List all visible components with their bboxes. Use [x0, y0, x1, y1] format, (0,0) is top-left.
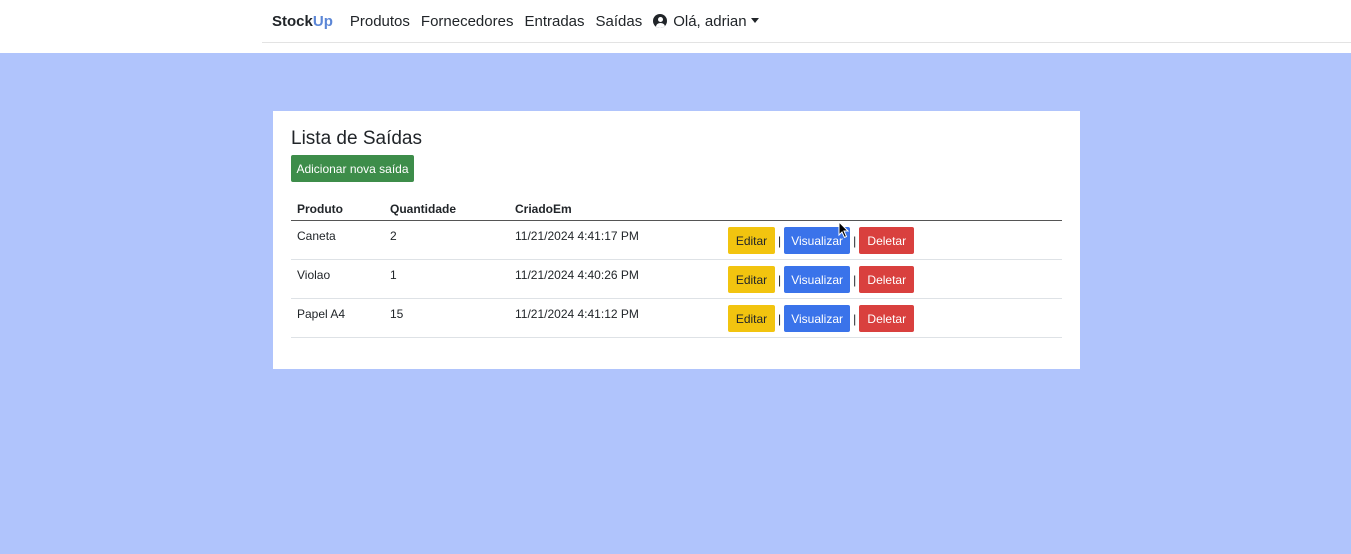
table-row: Violao 1 11/21/2024 4:40:26 PM Editar | … [291, 259, 1062, 299]
nav-link-produtos[interactable]: Produtos [350, 13, 410, 30]
table-body: Caneta 2 11/21/2024 4:41:17 PM Editar | … [291, 220, 1062, 338]
cell-produto: Papel A4 [291, 298, 384, 338]
delete-button[interactable]: Deletar [859, 227, 915, 254]
nav-link-entradas[interactable]: Entradas [524, 13, 584, 30]
view-button[interactable]: Visualizar [784, 305, 851, 332]
nav-link-fornecedores[interactable]: Fornecedores [421, 13, 514, 30]
brand-text-up: Up [312, 12, 333, 30]
cell-actions: Editar | Visualizar | Deletar [726, 220, 1062, 260]
action-separator: | [853, 272, 857, 287]
edit-button[interactable]: Editar [728, 305, 775, 332]
action-separator: | [853, 233, 857, 248]
user-circle-icon [653, 14, 668, 28]
delete-button[interactable]: Deletar [859, 266, 915, 293]
action-separator: | [853, 311, 857, 326]
saidas-table: Produto Quantidade CriadoEm Caneta 2 11/… [291, 198, 1062, 338]
table-header-row: Produto Quantidade CriadoEm [291, 198, 1062, 221]
cell-produto: Caneta [291, 220, 384, 260]
cell-quantidade: 2 [384, 220, 509, 260]
delete-button[interactable]: Deletar [859, 305, 915, 332]
user-menu-dropdown[interactable]: Olá, adrian [653, 12, 759, 30]
nav-link-saidas[interactable]: Saídas [596, 13, 643, 30]
view-button[interactable]: Visualizar [784, 266, 851, 293]
column-header-produto: Produto [291, 198, 384, 221]
action-separator: | [778, 233, 782, 248]
column-header-quantidade: Quantidade [384, 198, 509, 221]
brand-logo[interactable]: StockUp [272, 13, 333, 30]
cell-quantidade: 1 [384, 259, 509, 299]
table-row: Caneta 2 11/21/2024 4:41:17 PM Editar | … [291, 220, 1062, 260]
add-saida-button[interactable]: Adicionar nova saída [291, 155, 414, 182]
action-separator: | [778, 272, 782, 287]
page-title: Lista de Saídas [291, 128, 422, 149]
saidas-card: Lista de Saídas Adicionar nova saída Pro… [273, 111, 1080, 369]
cell-criado-em: 11/21/2024 4:41:17 PM [509, 220, 726, 260]
cell-produto: Violao [291, 259, 384, 299]
cell-actions: Editar | Visualizar | Deletar [726, 298, 1062, 338]
navbar: StockUp Produtos Fornecedores Entradas S… [0, 0, 1351, 53]
edit-button[interactable]: Editar [728, 227, 775, 254]
action-separator: | [778, 311, 782, 326]
user-greeting: Olá, adrian [673, 12, 747, 30]
edit-button[interactable]: Editar [728, 266, 775, 293]
brand-text-stock: Stock [272, 12, 313, 30]
cell-criado-em: 11/21/2024 4:41:12 PM [509, 298, 726, 338]
table-row: Papel A4 15 11/21/2024 4:41:12 PM Editar… [291, 298, 1062, 338]
cell-quantidade: 15 [384, 298, 509, 338]
column-header-actions [726, 198, 1062, 221]
column-header-criadoem: CriadoEm [509, 198, 726, 221]
cell-criado-em: 11/21/2024 4:40:26 PM [509, 259, 726, 299]
navbar-inner: StockUp Produtos Fornecedores Entradas S… [262, 0, 1351, 43]
actions-group: Editar | Visualizar | Deletar [728, 305, 1062, 332]
table-header: Produto Quantidade CriadoEm [291, 198, 1062, 221]
actions-group: Editar | Visualizar | Deletar [728, 227, 1062, 254]
actions-group: Editar | Visualizar | Deletar [728, 266, 1062, 293]
cell-actions: Editar | Visualizar | Deletar [726, 259, 1062, 299]
caret-down-icon [750, 17, 759, 23]
